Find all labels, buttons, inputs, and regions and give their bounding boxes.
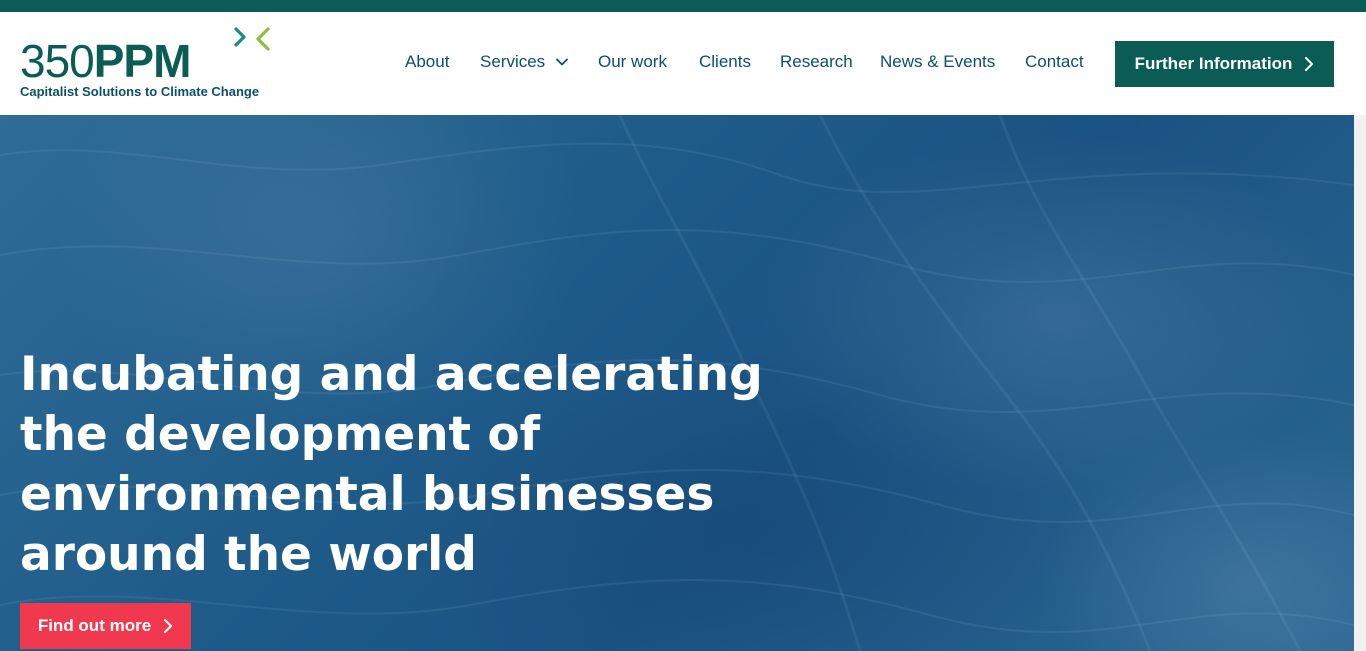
find-out-more-label: Find out more — [37, 616, 152, 635]
further-information-label: Further Information — [1134, 54, 1293, 73]
nav-item-services[interactable]: Services — [480, 52, 569, 72]
chevron-right-icon — [164, 619, 173, 633]
site-logo[interactable]: 350PPM Capitalist Solutions to Climate C… — [20, 26, 280, 106]
nav-item-label: Contact — [1025, 52, 1084, 71]
nav-item-contact[interactable]: Contact — [1025, 52, 1084, 72]
site-header: 350PPM Capitalist Solutions to Climate C… — [0, 12, 1366, 115]
logo-tagline: Capitalist Solutions to Climate Change — [20, 84, 260, 99]
nav-item-label: News & Events — [880, 52, 996, 71]
nav-item-label: Clients — [699, 52, 751, 71]
top-accent-bar — [0, 0, 1366, 12]
chevron-down-icon — [556, 58, 569, 66]
hero-heading: Incubating and accelerating the developm… — [20, 347, 763, 582]
logo-number: 350 — [20, 35, 95, 87]
logo-letters: PPM — [93, 35, 192, 87]
nav-item-clients[interactable]: Clients — [699, 52, 751, 72]
nav-item-label: Services — [480, 52, 546, 71]
chevron-right-icon — [1305, 57, 1314, 71]
nav-item-research[interactable]: Research — [780, 52, 853, 72]
nav-item-about[interactable]: About — [405, 52, 449, 72]
further-information-button[interactable]: Further Information — [1115, 41, 1334, 87]
page-scrollbar[interactable] — [1354, 115, 1366, 651]
logo-arrows-icon — [234, 27, 270, 51]
nav-item-label: About — [405, 52, 450, 71]
nav-item-our-work[interactable]: Our work — [598, 52, 667, 72]
hero-banner: Incubating and accelerating the developm… — [0, 115, 1354, 651]
nav-item-news-events[interactable]: News & Events — [880, 52, 995, 72]
find-out-more-button[interactable]: Find out more — [20, 603, 191, 649]
nav-item-label: Our work — [598, 52, 667, 71]
nav-item-label: Research — [780, 52, 853, 71]
logo-wordmark: 350PPM — [20, 35, 192, 87]
